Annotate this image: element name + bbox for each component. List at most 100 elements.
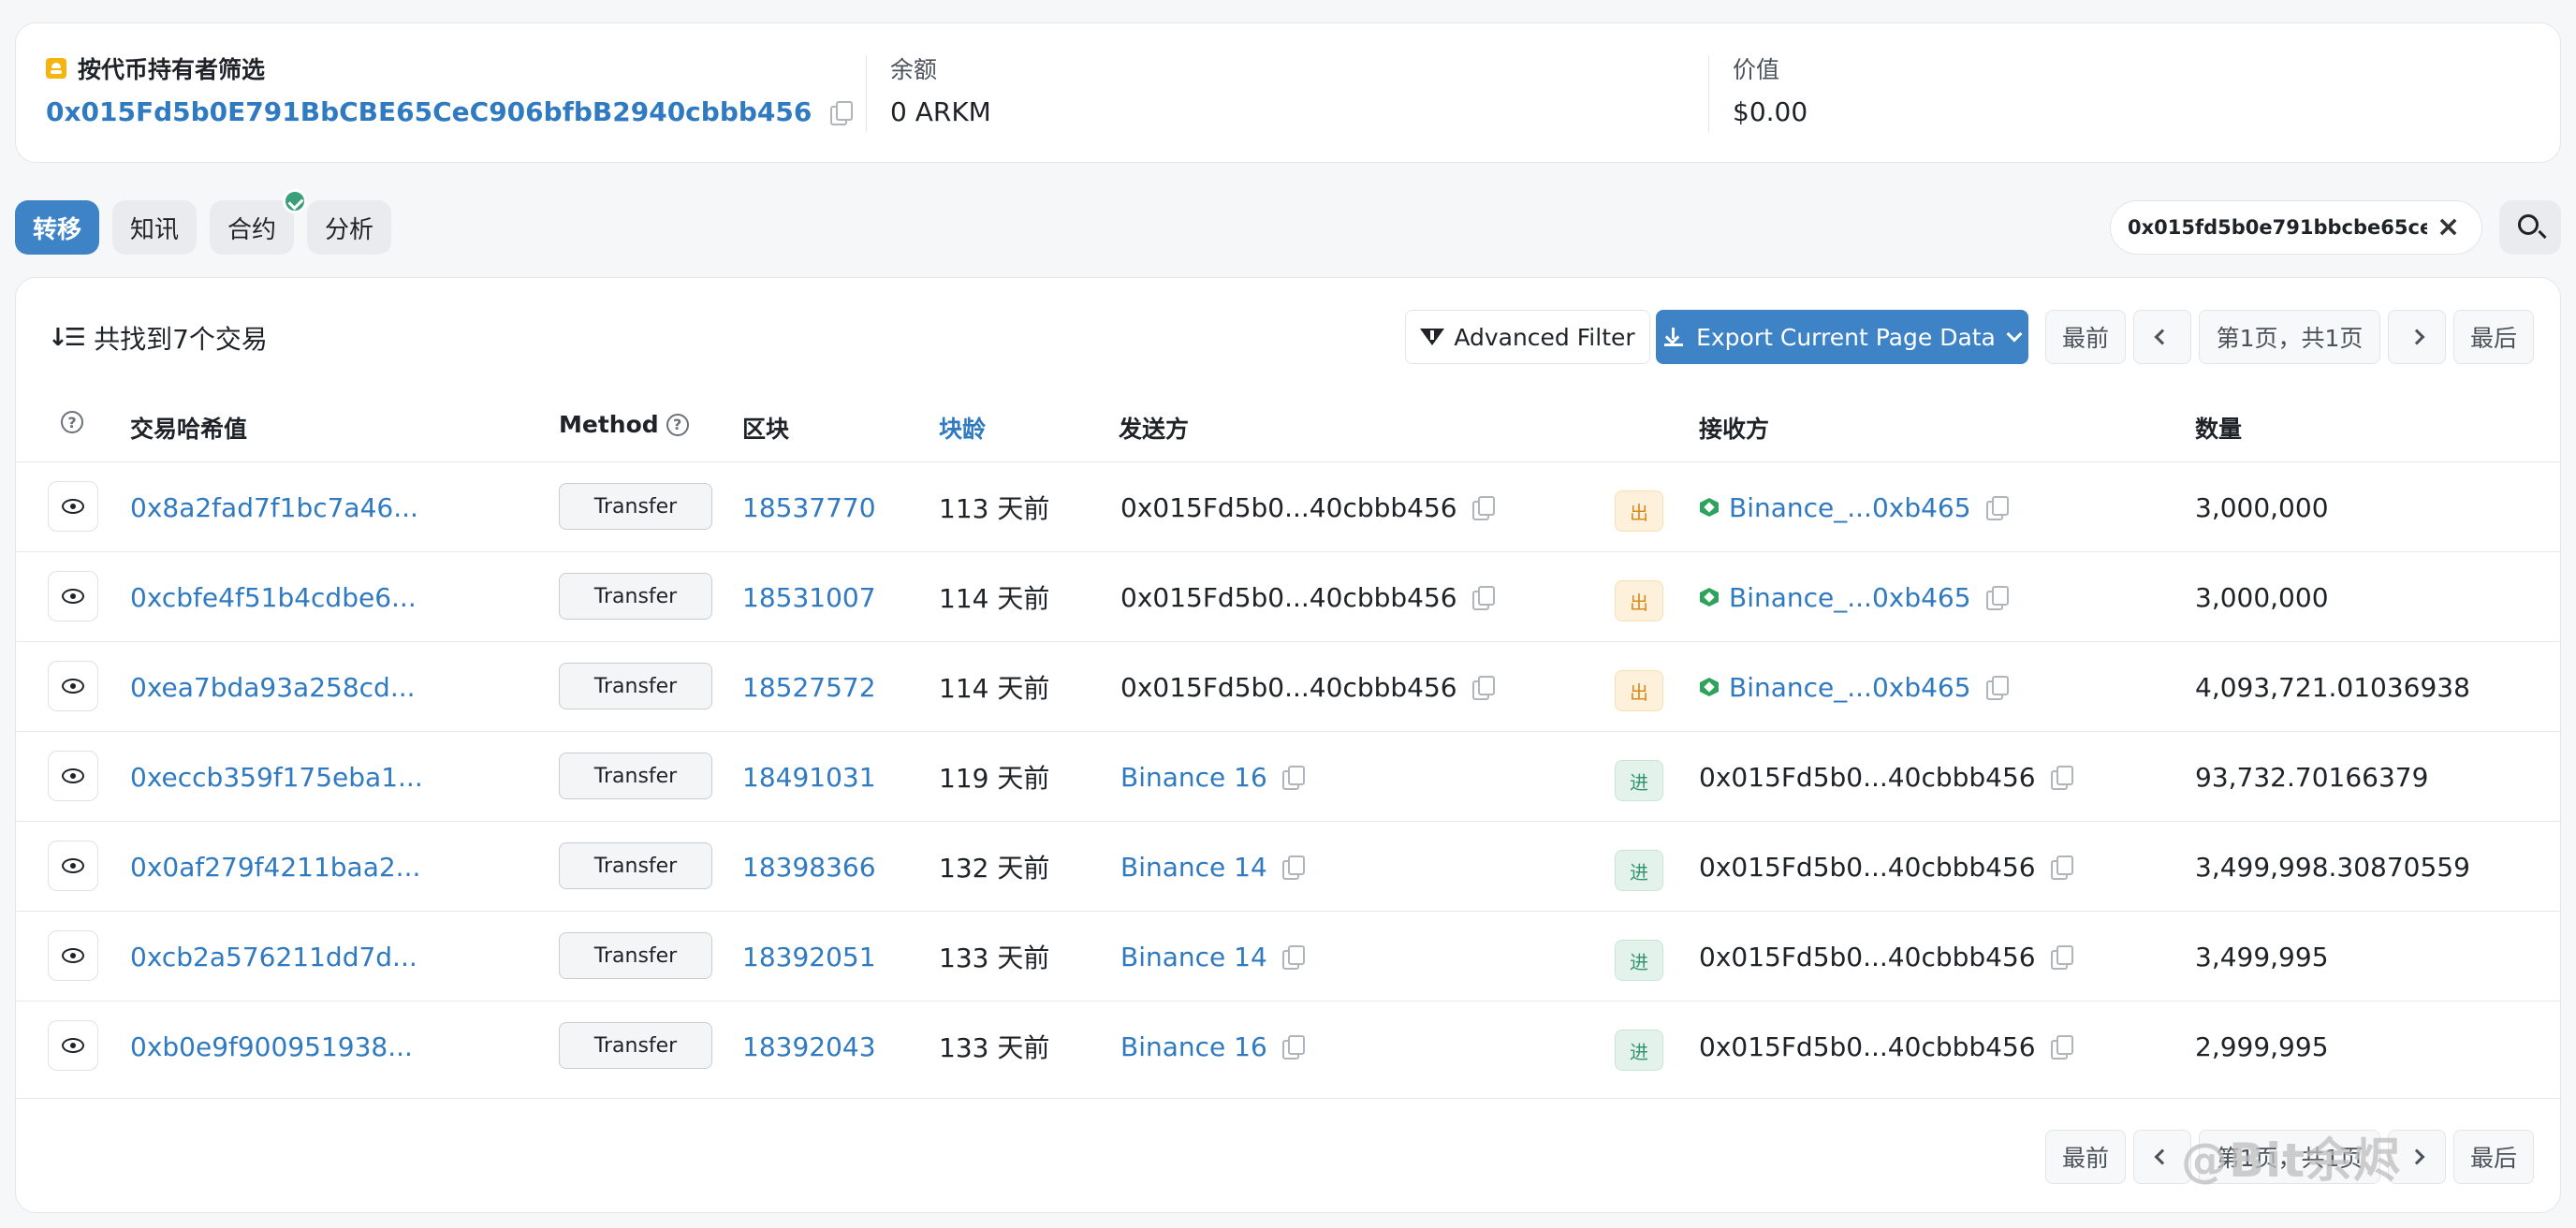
from-address[interactable]: Binance 14 [1120, 942, 1267, 972]
tx-hash-link[interactable]: 0xea7bda93a258cd... [130, 642, 416, 732]
address-filter-chip[interactable]: 0x015fd5b0e791bbcbe65cec9... × [2110, 200, 2482, 255]
amount-text: 93,732.70166379 [2195, 761, 2429, 793]
table-row[interactable]: 0xea7bda93a258cd... Transfer 18527572 114 天… [16, 641, 2560, 731]
view-details-button[interactable] [48, 661, 98, 711]
holder-address-link[interactable]: 0x015Fd5b0E791BbCBE65CeC906bfbB2940cbbb4… [46, 96, 812, 127]
copy-icon[interactable] [830, 100, 854, 125]
block-link[interactable]: 18527572 [742, 642, 876, 732]
direction-badge: 出 [1615, 670, 1663, 711]
prev-page-button[interactable] [2133, 310, 2191, 364]
block-link[interactable]: 18392051 [742, 912, 876, 1001]
to-address: 0x015Fd5b0...40cbbb456 [1699, 761, 2036, 793]
holder-filter-column: 按代币持有者筛选 0x015Fd5b0E791BbCBE65CeC906bfbB… [46, 51, 854, 127]
tx-hash-link[interactable]: 0xb0e9f900951938... [130, 1001, 413, 1091]
token-holder-summary: 按代币持有者筛选 0x015Fd5b0E791BbCBE65CeC906bfbB… [15, 22, 2561, 163]
to-address[interactable]: Binance_...0xb465 [1729, 582, 1971, 613]
block-link[interactable]: 18392043 [742, 1001, 876, 1091]
tab-analytics[interactable]: 分析 [307, 200, 391, 255]
from-address[interactable]: Binance 16 [1120, 762, 1267, 793]
block-link[interactable]: 18491031 [742, 732, 876, 822]
view-details-button[interactable] [48, 1020, 98, 1071]
tx-hash-link[interactable]: 0xcb2a576211dd7d... [130, 912, 417, 1001]
to-address: 0x015Fd5b0...40cbbb456 [1699, 941, 2036, 972]
help-icon[interactable]: ? [666, 413, 689, 436]
next-page-button[interactable] [2388, 310, 2446, 364]
advanced-filter-button[interactable]: Advanced Filter [1405, 310, 1650, 364]
search-button[interactable] [2499, 200, 2561, 255]
to-address[interactable]: Binance_...0xb465 [1729, 492, 1971, 523]
from-address[interactable]: Binance 14 [1120, 852, 1267, 883]
tx-hash-link[interactable]: 0x8a2fad7f1bc7a46... [130, 462, 418, 552]
eye-icon [62, 948, 84, 963]
filter-icon [1420, 329, 1445, 345]
copy-icon[interactable] [1471, 586, 1495, 610]
view-details-button[interactable] [48, 571, 98, 621]
table-row[interactable]: 0xeccb359f175eba1... Transfer 18491031 119 … [16, 731, 2560, 821]
copy-icon[interactable] [2050, 945, 2073, 970]
first-page-button[interactable]: 最前 [2045, 310, 2126, 364]
to-cell: Binance_...0xb465 [1699, 552, 2009, 642]
divider [866, 55, 867, 132]
block-link[interactable]: 18531007 [742, 552, 876, 642]
close-icon[interactable]: × [2437, 213, 2460, 241]
table-row[interactable]: 0x8a2fad7f1bc7a46... Transfer 18537770 113 … [16, 461, 2560, 551]
from-cell: 0x015Fd5b0...40cbbb456 [1120, 462, 1495, 552]
last-page-button[interactable]: 最后 [2453, 310, 2534, 364]
copy-icon[interactable] [1281, 1035, 1305, 1060]
tab-transfers[interactable]: 转移 [15, 200, 99, 255]
copy-icon[interactable] [1281, 766, 1305, 790]
prev-page-button-bottom[interactable] [2133, 1130, 2191, 1184]
from-address[interactable]: Binance 16 [1120, 1031, 1267, 1062]
from-address: 0x015Fd5b0...40cbbb456 [1120, 491, 1457, 523]
last-page-button-bottom[interactable]: 最后 [2453, 1130, 2534, 1184]
col-age[interactable]: 块龄 [939, 411, 986, 445]
copy-icon[interactable] [1985, 496, 2009, 520]
eye-icon [62, 1038, 84, 1053]
chevron-right-icon [2408, 1148, 2425, 1165]
next-page-button-bottom[interactable] [2388, 1130, 2446, 1184]
holder-filter-label: 按代币持有者筛选 [78, 56, 266, 83]
table-row[interactable]: 0x0af279f4211baa2... Transfer 18398366 132 … [16, 821, 2560, 911]
view-details-button[interactable] [48, 841, 98, 891]
export-button[interactable]: Export Current Page Data [1656, 310, 2028, 364]
copy-icon[interactable] [1281, 945, 1305, 970]
copy-icon[interactable] [2050, 766, 2073, 790]
copy-icon[interactable] [1985, 586, 2009, 610]
copy-icon[interactable] [1985, 676, 2009, 700]
block-link[interactable]: 18398366 [742, 822, 876, 912]
view-details-button[interactable] [48, 481, 98, 532]
tx-hash-link[interactable]: 0xcbfe4f51b4cdbe6... [130, 552, 417, 642]
method-badge: Transfer [559, 753, 712, 799]
table-row[interactable]: 0xb0e9f900951938... Transfer 18392043 133 天… [16, 1001, 2560, 1090]
tab-contract[interactable]: 合约 [210, 189, 307, 255]
chevron-right-icon [2408, 329, 2425, 345]
block-link[interactable]: 18537770 [742, 462, 876, 552]
method-badge: Transfer [559, 573, 712, 620]
amount-text: 3,499,995 [2195, 941, 2329, 972]
col-method: Method ? [559, 411, 689, 438]
sort-icon[interactable]: ↓☰ [48, 324, 86, 352]
copy-icon[interactable] [1471, 676, 1495, 700]
help-icon[interactable]: ? [61, 411, 83, 433]
col-tx-hash: 交易哈希值 [130, 416, 248, 443]
col-from: 发送方 [1119, 416, 1190, 443]
tx-hash-link[interactable]: 0x0af279f4211baa2... [130, 822, 420, 912]
table-row[interactable]: 0xcbfe4f51b4cdbe6... Transfer 18531007 114 … [16, 551, 2560, 641]
results-count: ↓☰ 共找到7个交易 [48, 319, 268, 357]
copy-icon[interactable] [2050, 855, 2073, 880]
table-row[interactable]: 0xcb2a576211dd7d... Transfer 18392051 133 天… [16, 911, 2560, 1001]
age-text: 113 天前 [939, 493, 1050, 524]
tab-info[interactable]: 知讯 [112, 200, 197, 255]
tx-hash-link[interactable]: 0xeccb359f175eba1... [130, 732, 423, 822]
copy-icon[interactable] [1281, 855, 1305, 880]
copy-icon[interactable] [1471, 496, 1495, 520]
view-details-button[interactable] [48, 930, 98, 981]
to-address: 0x015Fd5b0...40cbbb456 [1699, 851, 2036, 883]
copy-icon[interactable] [2050, 1035, 2073, 1060]
age-text: 119 天前 [939, 763, 1050, 794]
col-block: 区块 [742, 416, 790, 443]
to-address[interactable]: Binance_...0xb465 [1729, 672, 1971, 703]
view-details-button[interactable] [48, 751, 98, 801]
first-page-button-bottom[interactable]: 最前 [2045, 1130, 2126, 1184]
transactions-panel: ↓☰ 共找到7个交易 Advanced Filter Export Curren… [15, 277, 2561, 1213]
